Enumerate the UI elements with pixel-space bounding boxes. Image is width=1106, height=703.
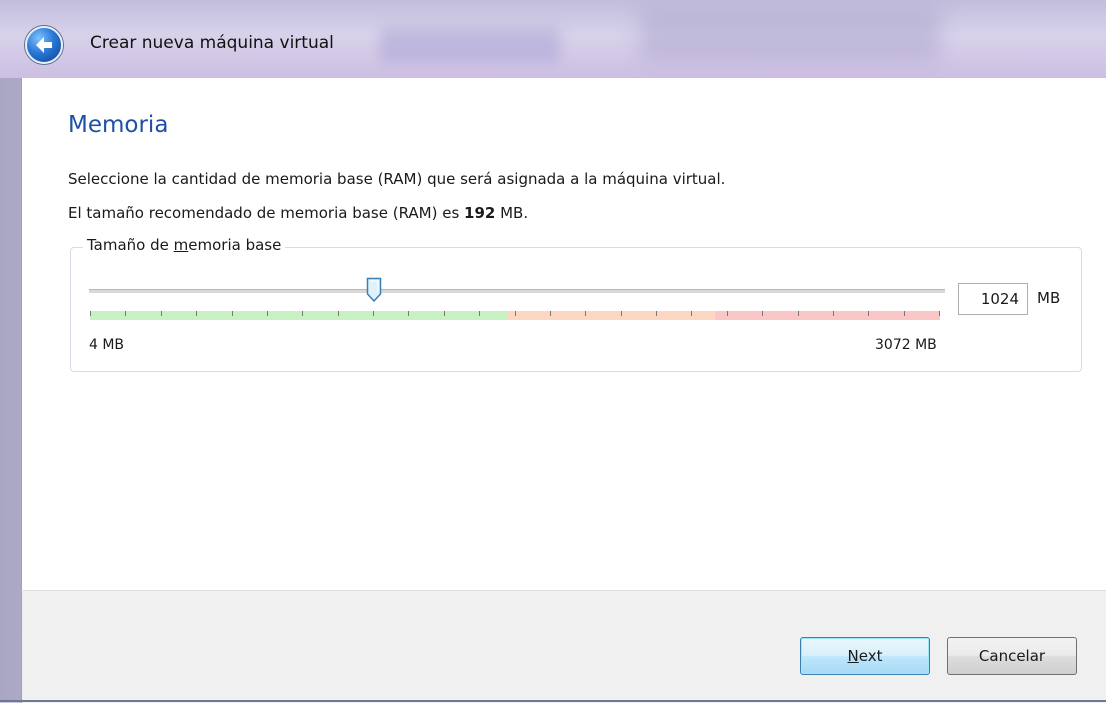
slider-tick	[408, 311, 409, 316]
memory-groupbox: Tamaño de memoria base 4 MB 3072 MB 1024…	[70, 236, 1082, 372]
slider-tick	[550, 311, 551, 316]
slider-tick	[125, 311, 126, 316]
slider-tick	[302, 311, 303, 316]
slider-tick	[904, 311, 905, 316]
recommendation-text: El tamaño recomendado de memoria base (R…	[68, 204, 528, 222]
slider-tick	[727, 311, 728, 316]
back-arrow-icon	[36, 37, 52, 53]
cancel-button[interactable]: Cancelar	[947, 637, 1077, 675]
slider-tick	[656, 311, 657, 316]
slider-tick	[161, 311, 162, 316]
slider-tick	[232, 311, 233, 316]
memory-unit-label: MB	[1037, 289, 1061, 307]
slider-min-label: 4 MB	[89, 337, 125, 353]
page-title: Memoria	[68, 112, 169, 138]
slider-tick	[479, 311, 480, 316]
slider-tick	[515, 311, 516, 316]
slider-tick	[833, 311, 834, 316]
recommendation-suffix: MB.	[495, 204, 529, 222]
slider-tick	[444, 311, 445, 316]
slider-tick	[338, 311, 339, 316]
slider-tick	[267, 311, 268, 316]
slider-max-label: 3072 MB	[875, 337, 937, 353]
slider-scale	[90, 311, 940, 320]
slider-tick	[373, 311, 374, 316]
back-button[interactable]	[25, 26, 63, 64]
memory-slider-thumb[interactable]	[366, 277, 382, 303]
next-button[interactable]: Next	[800, 637, 930, 675]
description-text: Seleccione la cantidad de memoria base (…	[68, 170, 726, 188]
button-bar: Next Cancelar	[21, 590, 1106, 703]
memory-slider-track[interactable]	[89, 289, 945, 293]
slider-tick	[90, 311, 91, 316]
recommendation-prefix: El tamaño recomendado de memoria base (R…	[68, 204, 465, 222]
recommended-value: 192	[464, 204, 496, 222]
memory-value-input[interactable]: 1024	[958, 283, 1028, 315]
slider-tick	[939, 311, 940, 316]
slider-tick	[798, 311, 799, 316]
window-title: Crear nueva máquina virtual	[90, 33, 334, 53]
groupbox-label: Tamaño de memoria base	[83, 236, 286, 254]
slider-tick	[621, 311, 622, 316]
slider-tick	[868, 311, 869, 316]
background-blur	[640, 10, 940, 60]
slider-tick	[585, 311, 586, 316]
background-blur	[380, 28, 560, 62]
zone-warning	[506, 311, 715, 320]
slider-tick	[691, 311, 692, 316]
slider-tick	[196, 311, 197, 316]
zone-danger	[714, 311, 940, 320]
title-bar: Crear nueva máquina virtual	[0, 0, 1106, 78]
wizard-page: Memoria Seleccione la cantidad de memori…	[21, 78, 1106, 590]
slider-tick	[762, 311, 763, 316]
